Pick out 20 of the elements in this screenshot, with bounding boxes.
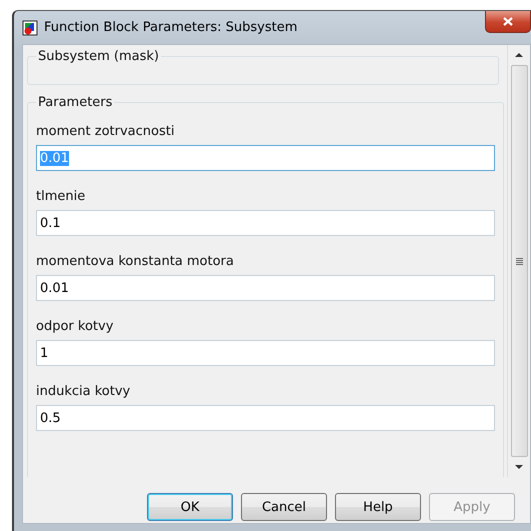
window-title: Function Block Parameters: Subsystem xyxy=(44,20,298,35)
field-label: indukcia kotvy xyxy=(36,384,130,399)
close-button[interactable] xyxy=(485,10,531,32)
dialog-button[interactable]: Help xyxy=(335,493,421,521)
dialog-button[interactable]: OK xyxy=(147,493,233,521)
input-field[interactable]: 0.1 xyxy=(36,210,495,236)
field-label: momentova konstanta motora xyxy=(36,254,234,269)
scroll-thumb[interactable] xyxy=(510,65,528,457)
group-title: Subsystem (mask) xyxy=(37,49,160,64)
input-field[interactable]: 1 xyxy=(36,340,495,366)
field-label: tlmenie xyxy=(36,189,86,204)
input-field[interactable]: 0.01 xyxy=(36,275,495,301)
field-label: odpor kotvy xyxy=(36,319,114,334)
input-field[interactable]: 0.5 xyxy=(36,405,495,431)
close-icon xyxy=(503,16,513,26)
field-label: moment zotrvacnosti xyxy=(36,124,174,139)
dialog-button[interactable]: Cancel xyxy=(241,493,327,521)
group-title: Parameters xyxy=(37,95,114,110)
app-icon xyxy=(22,20,38,36)
scrollbar[interactable] xyxy=(507,45,530,477)
